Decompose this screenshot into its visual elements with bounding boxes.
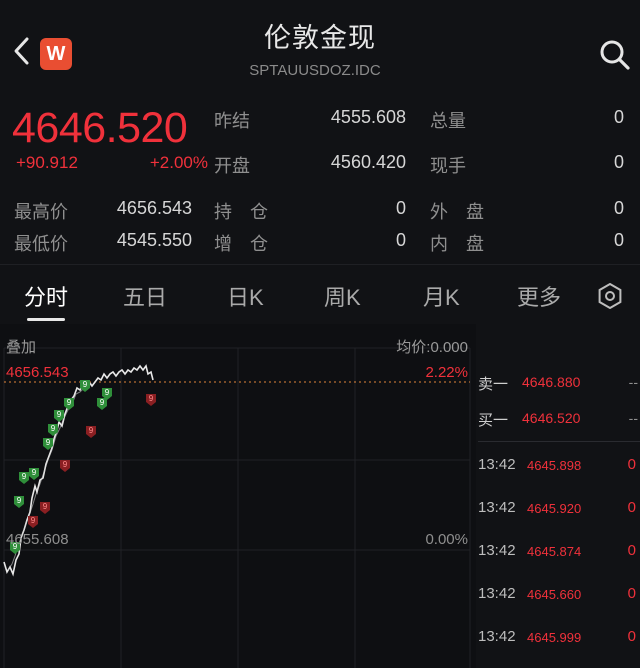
price-change-percent: +2.00% [149,153,208,172]
outer-volume-label: 外 盘 [430,202,484,222]
prev-close-value: 4555.608 [330,107,406,127]
ask1-price: 4646.880 [522,374,581,390]
bid1-volume: -- [628,410,638,426]
active-tab-indicator [27,318,65,321]
sell-marker-text: 9 [43,502,48,511]
high-value: 4656.543 [116,198,192,218]
trade-volume: 0 [627,456,636,473]
prev-close-label: 昨结 [214,111,250,131]
trade-volume: 0 [627,628,636,645]
trade-time: 13:42 [478,585,516,602]
trade-price: 4645.874 [527,544,582,559]
tab-five-day[interactable]: 五日 [123,280,167,312]
buy-marker-text: 9 [105,388,110,397]
outer-volume-value: 0 [613,198,624,218]
average-price-label: 均价:0.000 [396,339,468,356]
inner-volume-value: 0 [613,230,624,250]
buy-marker-text: 9 [83,380,88,389]
order-book-divider [478,441,640,442]
buy-marker-text: 9 [100,398,105,407]
trade-volume: 0 [627,542,636,559]
search-icon[interactable] [598,38,632,72]
chart-settings-icon[interactable] [597,283,623,309]
instrument-code: SPTAUUSDOZ.IDC [249,62,381,79]
current-volume-label: 现手 [430,156,466,176]
open-interest-value: 0 [395,198,406,218]
total-volume-label: 总量 [430,111,466,131]
divider [0,264,640,265]
trade-volume: 0 [627,499,636,516]
open-interest-label: 持 仓 [214,202,268,222]
buy-marker-text: 9 [17,496,22,505]
sell-marker-text: 9 [63,460,68,469]
tab-weekly-k[interactable]: 周K [324,280,361,312]
tab-monthly-k[interactable]: 月K [423,280,460,312]
trade-volume: 0 [627,585,636,602]
buy-marker-text: 9 [57,410,62,419]
buy-marker-text: 9 [67,398,72,407]
trade-price: 4645.660 [527,587,582,602]
bid1-price: 4646.520 [522,410,581,426]
buy-marker-text: 9 [51,424,56,433]
open-value: 4560.420 [330,152,406,172]
current-volume-value: 0 [613,152,624,172]
trade-price: 4645.920 [527,501,582,516]
tab-daily-k[interactable]: 日K [227,280,264,312]
buy-marker-text: 9 [46,438,51,447]
sell-marker-text: 9 [149,394,154,403]
chart-high-label: 4656.543 [6,364,69,381]
price-change: +90.912 [16,153,78,172]
ask1-label: 卖一 [478,376,509,393]
trade-time: 13:42 [478,456,516,473]
buy-marker-text: 9 [32,468,37,477]
low-label: 最低价 [14,234,68,254]
ask1-volume: -- [628,374,638,390]
tab-intraday[interactable]: 分时 [24,280,68,312]
period-tabs: 分时 五日 日K 周K 月K 更多 [0,270,640,322]
trade-time: 13:42 [478,628,516,645]
high-label: 最高价 [14,202,68,222]
tab-more[interactable]: 更多 [517,280,561,312]
trade-time: 13:42 [478,499,516,516]
open-label: 开盘 [214,156,250,176]
sell-marker-text: 9 [31,516,36,525]
last-price: 4646.520 [12,104,188,152]
sell-marker-text: 9 [89,426,94,435]
overlay-button[interactable]: 叠加 [6,336,36,357]
interest-change-label: 增 仓 [214,234,268,254]
trade-price: 4645.898 [527,458,582,473]
chart-base-percent: 0.00% [425,531,468,548]
chart-base-label: 4655.608 [6,531,69,548]
trade-price: 4645.999 [527,630,582,645]
low-value: 4545.550 [116,230,192,250]
interest-change-value: 0 [395,230,406,250]
chart-high-percent: 2.22% [425,364,468,381]
total-volume-value: 0 [613,107,624,127]
buy-marker-text: 9 [22,472,27,481]
trade-time: 13:42 [478,542,516,559]
page-title: 伦敦金现 [264,23,376,53]
bid1-label: 买一 [478,412,509,429]
inner-volume-label: 内 盘 [430,234,484,254]
